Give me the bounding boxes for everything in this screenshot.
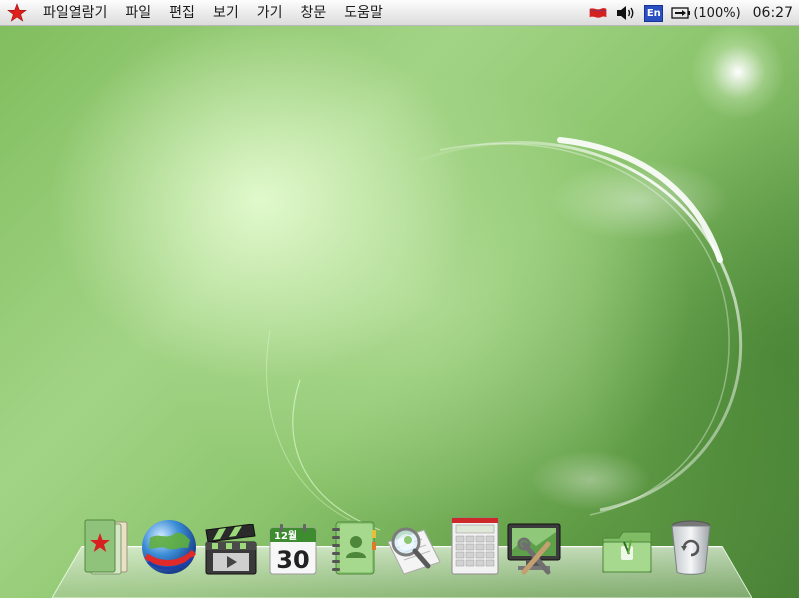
keyboard-language-icon[interactable]: En: [644, 4, 664, 22]
desktop: 파일열람기 파일 편집 보기 가기 창문 도움말 En (100%) 06:27…: [0, 0, 799, 598]
wallpaper-light-flare: [690, 24, 786, 120]
menu-view[interactable]: 보기: [204, 0, 248, 26]
dock-trash[interactable]: [662, 512, 720, 576]
dock-documents[interactable]: [78, 512, 136, 576]
dock-system-settings[interactable]: [506, 512, 564, 576]
system-settings-icon: [507, 523, 561, 575]
language-label: En: [646, 7, 661, 19]
calculator-icon: [451, 517, 499, 575]
menu-help[interactable]: 도움말: [335, 0, 392, 26]
browser-globe-icon: [142, 520, 197, 574]
dock-search[interactable]: [384, 512, 442, 576]
documents-icon: [84, 519, 128, 575]
address-book-icon: [332, 521, 376, 575]
dock-file-manager[interactable]: [598, 512, 656, 576]
battery-icon: [671, 7, 691, 19]
volume-icon[interactable]: [616, 5, 636, 21]
clock[interactable]: 06:27: [753, 5, 793, 21]
dock-web-browser[interactable]: [140, 512, 198, 576]
dock-calculator[interactable]: [446, 512, 504, 576]
calendar-month: 12월: [274, 530, 297, 542]
search-magnifier-icon: [387, 527, 441, 575]
menu-edit[interactable]: 편집: [160, 0, 204, 26]
application-dock: 12월 30: [78, 512, 728, 576]
system-tray: En (100%) 06:27: [588, 0, 793, 26]
battery-indicator[interactable]: (100%): [671, 5, 741, 21]
dock-video-player[interactable]: [202, 512, 260, 576]
menu-file-browser[interactable]: 파일열람기: [34, 0, 116, 26]
file-manager-folder-icon: [602, 531, 652, 573]
calendar-day: 30: [276, 546, 309, 574]
menu-go[interactable]: 가기: [248, 0, 292, 26]
battery-percentage: (100%): [693, 5, 741, 21]
top-menu-bar: 파일열람기 파일 편집 보기 가기 창문 도움말 En (100%) 06:27: [0, 0, 799, 26]
video-player-icon: [205, 524, 257, 575]
dock-address-book[interactable]: [324, 512, 382, 576]
dock-calendar[interactable]: 12월 30: [264, 512, 322, 576]
wallpaper-arcs: [266, 137, 743, 531]
menu-file[interactable]: 파일: [116, 0, 160, 26]
trash-icon: [671, 520, 711, 575]
menu-window[interactable]: 창문: [291, 0, 335, 26]
red-star-icon[interactable]: [6, 2, 28, 24]
flag-icon[interactable]: [588, 7, 608, 20]
calendar-icon: 12월 30: [269, 524, 317, 575]
